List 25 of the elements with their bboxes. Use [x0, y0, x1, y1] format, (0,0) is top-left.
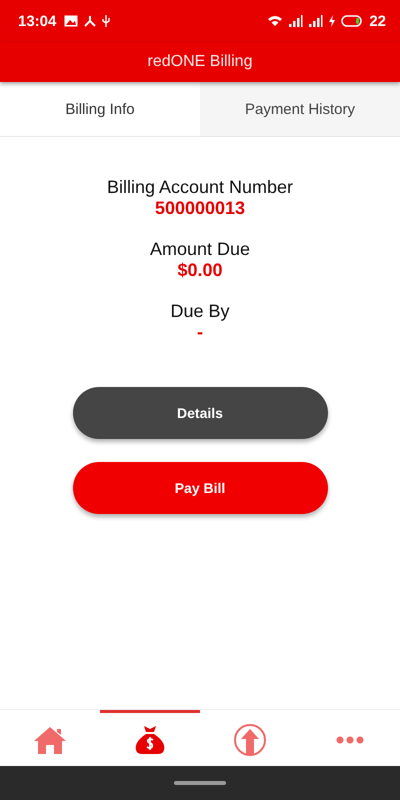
field-value: $0.00 [177, 260, 223, 281]
more-icon [336, 736, 364, 744]
home-icon [33, 724, 67, 754]
network-icon [84, 15, 96, 27]
money-bag-icon [134, 724, 166, 754]
field-label: Amount Due [150, 239, 250, 260]
field-label: Due By [170, 301, 230, 322]
wifi-icon [267, 15, 284, 27]
battery-level: 22 [369, 12, 386, 30]
charging-icon [329, 15, 336, 27]
signal-icon [289, 15, 304, 27]
signal-icon [309, 15, 324, 27]
image-icon [64, 15, 78, 27]
pay-button[interactable]: Pay Bill [72, 462, 328, 514]
details-button[interactable]: Details [72, 387, 328, 439]
usb-icon [102, 15, 110, 27]
status-time: 13:04 [18, 12, 56, 30]
tab[interactable]: Payment History [200, 82, 400, 136]
field-value: - [197, 322, 203, 343]
field-label: Billing Account Number [106, 177, 294, 198]
app-title: redONE Billing [148, 53, 252, 71]
upload-icon [233, 722, 267, 756]
battery-icon [341, 15, 364, 27]
field-value: 500000013 [154, 198, 246, 219]
gesture-handle [174, 781, 226, 785]
